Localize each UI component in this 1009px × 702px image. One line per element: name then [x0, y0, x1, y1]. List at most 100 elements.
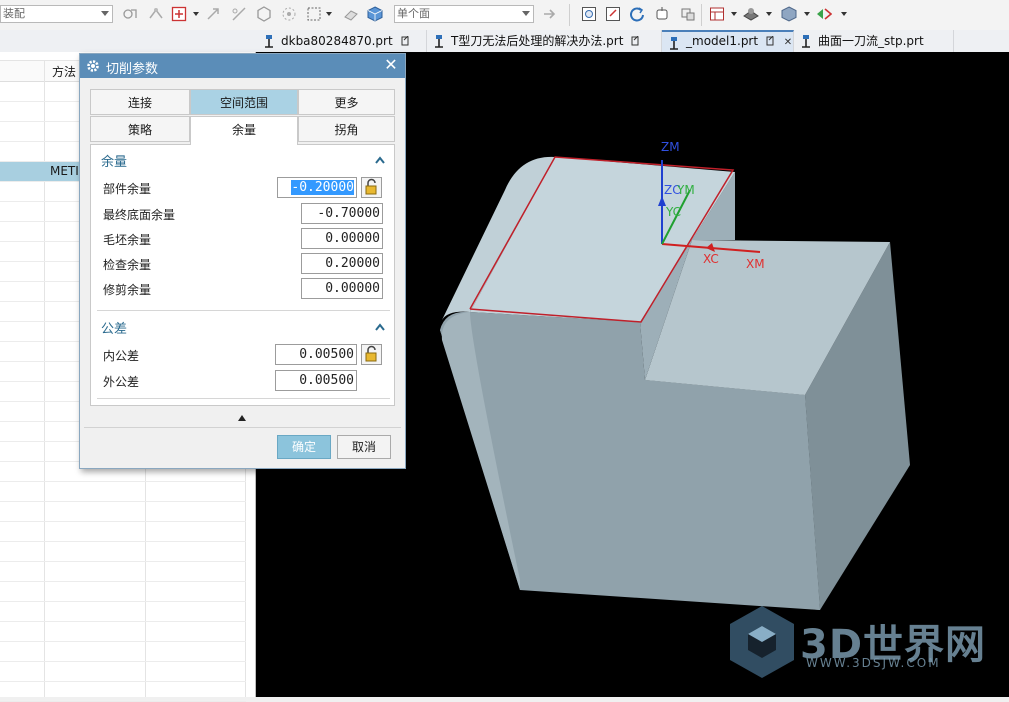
- row-method-value: METI: [50, 164, 79, 178]
- file-tab-dkba[interactable]: dkba80284870.prt: [257, 30, 427, 52]
- part-stock-label: 部件余量: [103, 182, 152, 196]
- selection-scope-value: 单个面: [397, 7, 430, 20]
- outtol-label: 外公差: [103, 375, 140, 389]
- assembly-filter-combo[interactable]: 装配: [0, 5, 113, 23]
- blank-stock-label: 毛坯余量: [103, 233, 152, 247]
- assembly-constraint-icon[interactable]: [148, 6, 164, 22]
- intol-input[interactable]: 0.00500: [275, 344, 357, 365]
- selection-scope-combo[interactable]: 单个面: [394, 5, 534, 23]
- lock-icon: [365, 178, 377, 195]
- table-row[interactable]: [0, 562, 246, 582]
- part-file-icon: [265, 35, 273, 48]
- rotate-icon[interactable]: [629, 6, 645, 22]
- layout-grid-icon[interactable]: [709, 6, 725, 22]
- tab-connection[interactable]: 连接: [90, 89, 190, 115]
- tab-space-range[interactable]: 空间范围: [190, 89, 298, 115]
- section-title-allowance: 余量: [101, 155, 128, 170]
- select-filter-icon[interactable]: [171, 6, 187, 22]
- dialog-title: 切削参数: [106, 62, 159, 77]
- final-floor-stock-label: 最终底面余量: [103, 208, 176, 222]
- chevron-down-icon: [101, 11, 109, 16]
- axis-label-ym: YM: [677, 183, 695, 197]
- trim-stock-input[interactable]: 0.00000: [301, 278, 383, 299]
- chevron-down-icon[interactable]: [731, 12, 737, 16]
- cube-icon[interactable]: [367, 6, 383, 22]
- chevron-down-icon[interactable]: [841, 12, 847, 16]
- modified-indicator-icon: [401, 35, 409, 46]
- toolbar-separator: [701, 4, 702, 26]
- table-row[interactable]: [0, 482, 246, 502]
- section-divider: [97, 398, 390, 399]
- column-method[interactable]: 方法: [52, 63, 76, 80]
- main-toolbar: 装配 单个面: [0, 0, 1009, 31]
- table-row[interactable]: [0, 682, 246, 702]
- file-tab-label: 曲面一刀流_stp.prt: [818, 34, 924, 48]
- chevron-down-icon[interactable]: [766, 12, 772, 16]
- rectangle-select-icon[interactable]: [306, 6, 322, 22]
- fit-view-icon[interactable]: [581, 6, 597, 22]
- table-row[interactable]: [0, 542, 246, 562]
- final-floor-stock-input[interactable]: -0.70000: [301, 203, 383, 224]
- tab-corner[interactable]: 拐角: [298, 116, 395, 142]
- outtol-input[interactable]: 0.00500: [275, 370, 357, 391]
- dialog-titlebar[interactable]: 切削参数 ✕: [80, 54, 405, 78]
- view-orient-icon[interactable]: [680, 6, 696, 22]
- close-tab-icon[interactable]: ✕: [784, 33, 792, 52]
- table-row[interactable]: [0, 622, 246, 642]
- pan-icon[interactable]: [654, 6, 670, 22]
- cancel-button[interactable]: 取消: [337, 435, 391, 459]
- table-row[interactable]: [0, 522, 246, 542]
- file-tab-t-cutter[interactable]: T型刀无法后处理的解决办法.prt: [427, 30, 662, 52]
- file-tab-strip: dkba80284870.prt T型刀无法后处理的解决办法.prt _mode…: [0, 30, 1009, 79]
- collapse-icon[interactable]: [375, 323, 385, 331]
- chevron-down-icon[interactable]: [193, 12, 199, 16]
- file-tab-surface[interactable]: 曲面一刀流_stp.prt: [794, 30, 954, 52]
- tab-stock[interactable]: 余量: [190, 116, 298, 145]
- lock-icon: [365, 345, 377, 362]
- toolbar-separator: [569, 4, 570, 26]
- ok-button[interactable]: 确定: [277, 435, 331, 459]
- render-cube-icon[interactable]: [781, 6, 797, 22]
- file-tab-label: dkba80284870.prt: [281, 34, 393, 48]
- table-row[interactable]: [0, 602, 246, 622]
- axis-label-xc: XC: [703, 252, 719, 266]
- shading-icon[interactable]: [743, 6, 759, 22]
- blank-stock-input[interactable]: 0.00000: [301, 228, 383, 249]
- check-stock-input[interactable]: 0.20000: [301, 253, 383, 274]
- zoom-window-icon[interactable]: [605, 6, 621, 22]
- part-file-icon: [670, 37, 678, 50]
- file-tab-label: T型刀无法后处理的解决办法.prt: [451, 34, 624, 48]
- chevron-down-icon[interactable]: [804, 12, 810, 16]
- section-divider: [97, 310, 390, 311]
- triangle-up-icon: [238, 415, 246, 421]
- gear-icon: [87, 60, 99, 72]
- snap-point-icon[interactable]: [281, 6, 297, 22]
- table-row[interactable]: [0, 642, 246, 662]
- tab-strategy[interactable]: 策略: [90, 116, 190, 142]
- visibility-icon[interactable]: [816, 6, 832, 22]
- move-component-icon[interactable]: [205, 6, 221, 22]
- intol-label: 内公差: [103, 349, 140, 363]
- more-options-expander[interactable]: [80, 412, 405, 426]
- close-icon[interactable]: ✕: [383, 57, 399, 73]
- snap-component-icon[interactable]: [122, 6, 138, 22]
- eraser-icon[interactable]: [343, 6, 359, 22]
- cutting-parameters-dialog: 切削参数 ✕ 连接 空间范围 更多 策略 余量 拐角 余量 部件余量 -0.20…: [79, 53, 406, 469]
- hexagon-icon[interactable]: [256, 6, 272, 22]
- arrow-right-icon[interactable]: [542, 6, 558, 22]
- axis-label-xm: XM: [746, 257, 765, 271]
- part-stock-input[interactable]: -0.20000: [277, 177, 357, 198]
- lock-button[interactable]: [361, 344, 382, 365]
- measure-icon[interactable]: [231, 6, 247, 22]
- table-row[interactable]: [0, 662, 246, 682]
- collapse-icon[interactable]: [375, 156, 385, 164]
- chevron-down-icon[interactable]: [326, 12, 332, 16]
- part-file-icon: [802, 35, 810, 48]
- footer-divider: [84, 427, 401, 428]
- table-row[interactable]: [0, 582, 246, 602]
- axis-label-zm: ZM: [661, 140, 680, 154]
- lock-button[interactable]: [361, 177, 382, 198]
- file-tab-model1[interactable]: _model1.prt ✕: [662, 30, 794, 52]
- table-row[interactable]: [0, 502, 246, 522]
- tab-more[interactable]: 更多: [298, 89, 395, 115]
